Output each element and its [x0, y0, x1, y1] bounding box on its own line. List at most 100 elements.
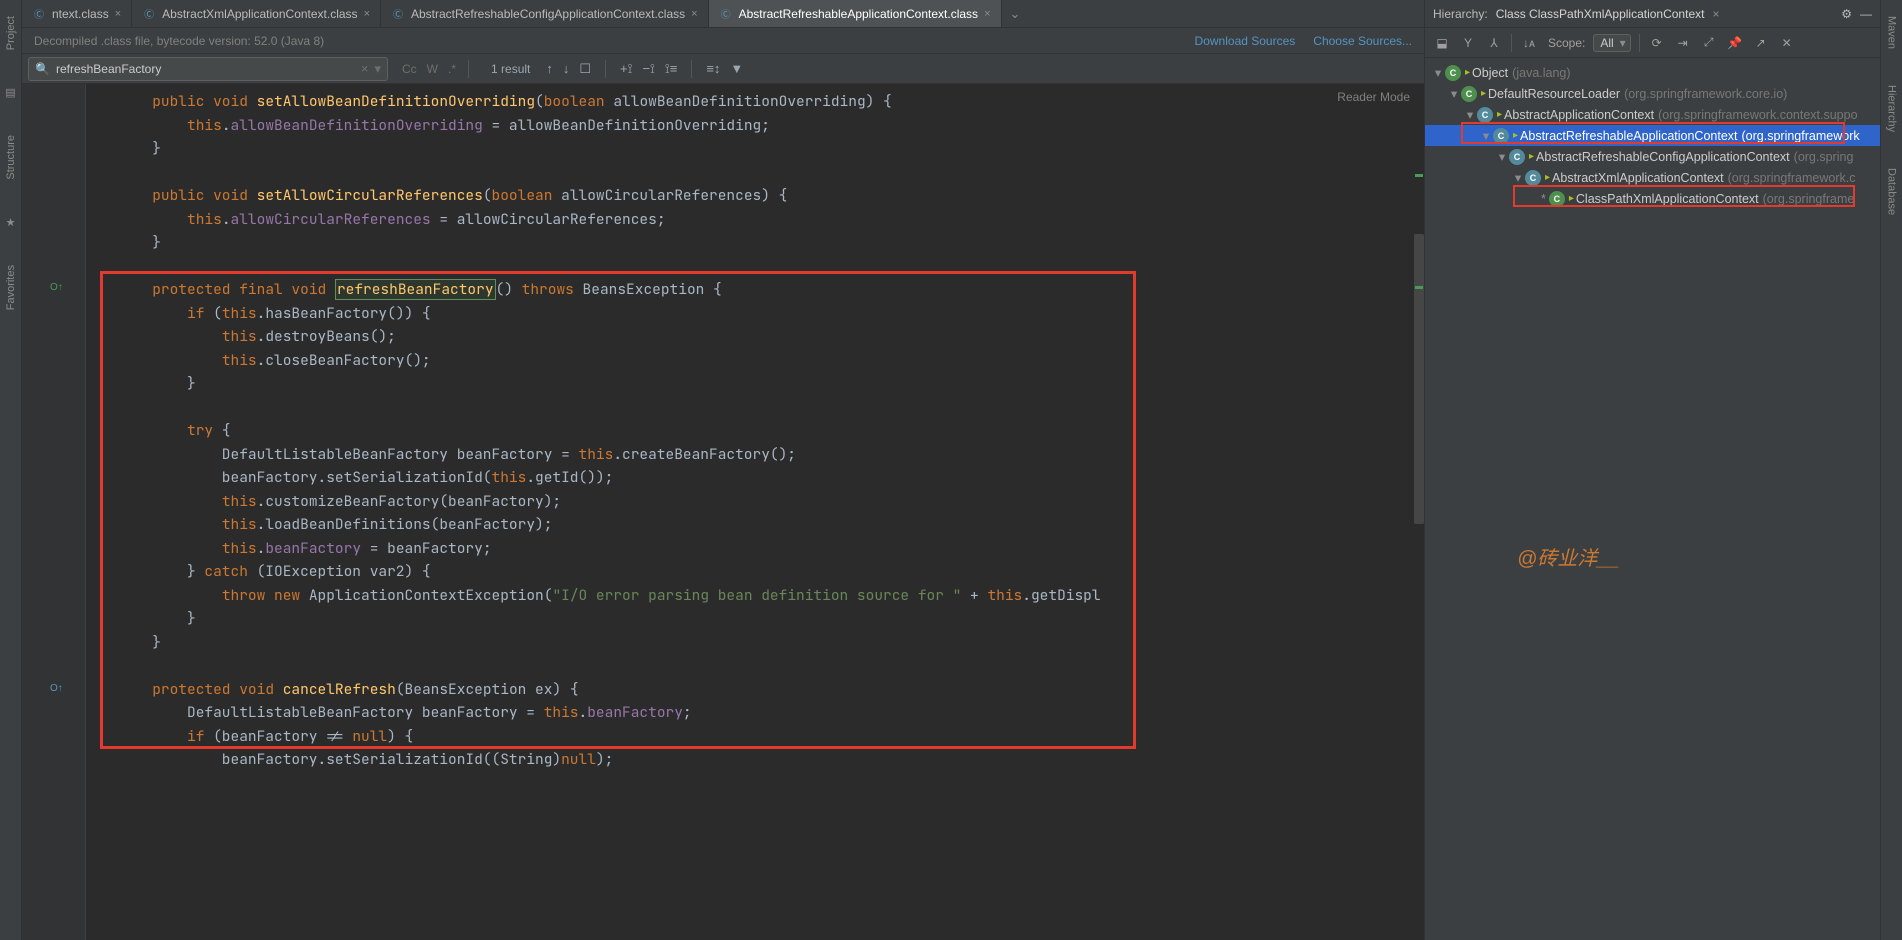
- class-name: AbstractRefreshableConfigApplicationCont…: [1536, 150, 1790, 164]
- editor-tab-bar: Ⓒntext.class × Ⓒ AbstractXmlApplicationCont…: [22, 0, 1424, 28]
- class-icon: C: [1477, 107, 1493, 123]
- expand-icon[interactable]: ▾: [1479, 128, 1493, 143]
- class-icon: C: [1445, 65, 1461, 81]
- class-icon: C: [1493, 128, 1509, 144]
- clear-icon[interactable]: ×: [361, 61, 369, 76]
- reader-mode-label[interactable]: Reader Mode: [1337, 90, 1410, 104]
- select-all-occurrences-icon[interactable]: ⟟≡: [665, 61, 677, 77]
- tool-structure[interactable]: Structure: [3, 127, 19, 188]
- close-panel-icon[interactable]: ✕: [1778, 36, 1796, 50]
- class-name: AbstractXmlApplicationContext: [1552, 171, 1724, 185]
- watermark: @砖业洋__: [1517, 542, 1620, 571]
- expand-all-icon[interactable]: ⤢: [1700, 35, 1718, 50]
- sort-icon[interactable]: ↓ᴀ: [1520, 36, 1538, 50]
- find-input-wrap[interactable]: 🔍 × ▾: [28, 57, 388, 81]
- package-label: (org.spring: [1794, 150, 1854, 164]
- expand-icon[interactable]: ▾: [1447, 86, 1461, 101]
- class-icon: C: [1525, 170, 1541, 186]
- tab-label: ntext.class: [52, 7, 109, 21]
- class-icon: C: [1509, 149, 1525, 165]
- editor-tab[interactable]: ⒸAbstractRefreshableConfigApplicationCon…: [381, 0, 709, 27]
- hierarchy-title-value: Class ClassPathXmlApplicationContext: [1496, 7, 1705, 21]
- abstract-icon: ▸: [1513, 130, 1518, 141]
- tab-label: AbstractXmlApplicationContext.class: [162, 7, 357, 21]
- favorites-icon[interactable]: ★: [4, 208, 18, 237]
- class-icon: C: [1461, 86, 1477, 102]
- close-icon[interactable]: ×: [364, 8, 370, 20]
- right-tool-gutter: Maven Hierarchy Database: [1880, 0, 1902, 940]
- close-icon[interactable]: ×: [984, 8, 990, 20]
- hierarchy-node[interactable]: ▾C ▸AbstractRefreshableConfigApplicationC…: [1425, 146, 1880, 167]
- expand-icon[interactable]: ▾: [1495, 149, 1509, 164]
- remove-selection-icon[interactable]: −⟟: [642, 61, 654, 77]
- export-icon[interactable]: ↗: [1752, 36, 1770, 50]
- choose-sources-link[interactable]: Choose Sources...: [1313, 34, 1412, 48]
- tab-label: AbstractRefreshableConfigApplicationCont…: [411, 7, 685, 21]
- editor-tab[interactable]: ⒸAbstractRefreshableApplicationContext.c…: [709, 0, 1002, 27]
- editor-tab[interactable]: Ⓒntext.class ×: [22, 0, 132, 27]
- expand-icon[interactable]: ▾: [1431, 65, 1445, 80]
- scope-select[interactable]: All: [1593, 34, 1630, 52]
- prev-match-icon[interactable]: ↑: [546, 61, 553, 76]
- hierarchy-tree[interactable]: @砖业洋__ ▾C▸Object(java.lang)▾C▸DefaultRes…: [1425, 58, 1880, 940]
- class-name: AbstractRefreshableApplicationContext: [1520, 129, 1737, 143]
- next-match-icon[interactable]: ↓: [563, 61, 570, 76]
- download-sources-link[interactable]: Download Sources: [1195, 34, 1296, 48]
- structure-icon[interactable]: ▤: [3, 78, 17, 107]
- class-file-icon: Ⓒ: [142, 7, 156, 21]
- history-icon[interactable]: ▾: [374, 61, 381, 77]
- subtypes-icon[interactable]: ⅄: [1485, 36, 1503, 50]
- tool-hierarchy[interactable]: Hierarchy: [1884, 77, 1900, 140]
- hierarchy-node[interactable]: *C▸ClassPathXmlApplicationContext(org.sp…: [1425, 188, 1880, 209]
- decompiled-banner: Decompiled .class file, bytecode version…: [22, 28, 1424, 54]
- supertypes-icon[interactable]: Y: [1459, 36, 1477, 50]
- tool-maven[interactable]: Maven: [1884, 8, 1900, 57]
- tool-database[interactable]: Database: [1884, 160, 1900, 223]
- gear-icon[interactable]: ⚙: [1841, 7, 1852, 21]
- minimize-icon[interactable]: —: [1860, 7, 1872, 21]
- code-area[interactable]: public void setAllowBeanDefinitionOverri…: [86, 84, 1424, 940]
- close-icon[interactable]: ×: [115, 8, 121, 20]
- hierarchy-node[interactable]: ▾C ▸AbstractRefreshableApplicationContext…: [1425, 125, 1880, 146]
- close-icon[interactable]: ×: [1712, 7, 1719, 21]
- hierarchy-node[interactable]: ▾C▸Object(java.lang): [1425, 62, 1880, 83]
- editor-gutter: O↑ O↑: [22, 84, 86, 940]
- add-selection-icon[interactable]: +⟟: [620, 61, 632, 77]
- result-count: 1 result: [491, 62, 530, 76]
- expand-icon[interactable]: ▾: [1511, 170, 1525, 185]
- override-up-icon[interactable]: O↑: [50, 683, 64, 697]
- tool-favorites[interactable]: Favorites: [3, 257, 19, 318]
- filter-icon[interactable]: ▼: [730, 61, 743, 76]
- expand-icon[interactable]: ▾: [1463, 107, 1477, 122]
- regex-icon[interactable]: .*: [448, 62, 456, 76]
- hierarchy-title-label: Hierarchy:: [1433, 7, 1488, 21]
- select-all-icon[interactable]: ☐: [579, 61, 591, 77]
- class-file-icon: Ⓒ: [32, 7, 46, 21]
- close-icon[interactable]: ×: [691, 8, 697, 20]
- abstract-icon: ▸: [1481, 88, 1486, 99]
- scope-label: Scope:: [1548, 36, 1585, 50]
- class-hierarchy-icon[interactable]: ⬓: [1433, 36, 1451, 50]
- class-icon: C: [1549, 191, 1565, 207]
- tab-overflow-icon[interactable]: ⌄: [1002, 0, 1029, 27]
- autoscroll-icon[interactable]: ⇥: [1674, 36, 1692, 50]
- package-label: (org.springframework.core.io): [1624, 87, 1787, 101]
- tool-project[interactable]: Project: [3, 8, 19, 58]
- words-icon[interactable]: W: [427, 62, 438, 76]
- abstract-icon: ▸: [1529, 151, 1534, 162]
- class-name: AbstractApplicationContext: [1504, 108, 1654, 122]
- filter-settings-icon[interactable]: ≡↕: [706, 61, 720, 76]
- match-case-icon[interactable]: Cc: [402, 62, 417, 76]
- editor-tab[interactable]: Ⓒ AbstractXmlApplicationContext.class ×: [132, 0, 381, 27]
- refresh-icon[interactable]: ⟳: [1648, 36, 1666, 50]
- find-input[interactable]: [56, 62, 355, 76]
- pin-icon[interactable]: 📌: [1726, 36, 1744, 50]
- hierarchy-node[interactable]: ▾C▸AbstractXmlApplicationContext(org.spr…: [1425, 167, 1880, 188]
- editor-scrollbar[interactable]: [1414, 234, 1424, 524]
- hierarchy-node[interactable]: ▾C▸AbstractApplicationContext(org.spring…: [1425, 104, 1880, 125]
- expand-icon[interactable]: [1527, 192, 1541, 206]
- override-up-icon[interactable]: O↑: [50, 282, 64, 296]
- package-label: (org.springframework: [1742, 129, 1860, 143]
- hierarchy-node[interactable]: ▾C▸DefaultResourceLoader(org.springframe…: [1425, 83, 1880, 104]
- editor[interactable]: O↑ O↑ public void setAllowBeanDefinition…: [22, 84, 1424, 940]
